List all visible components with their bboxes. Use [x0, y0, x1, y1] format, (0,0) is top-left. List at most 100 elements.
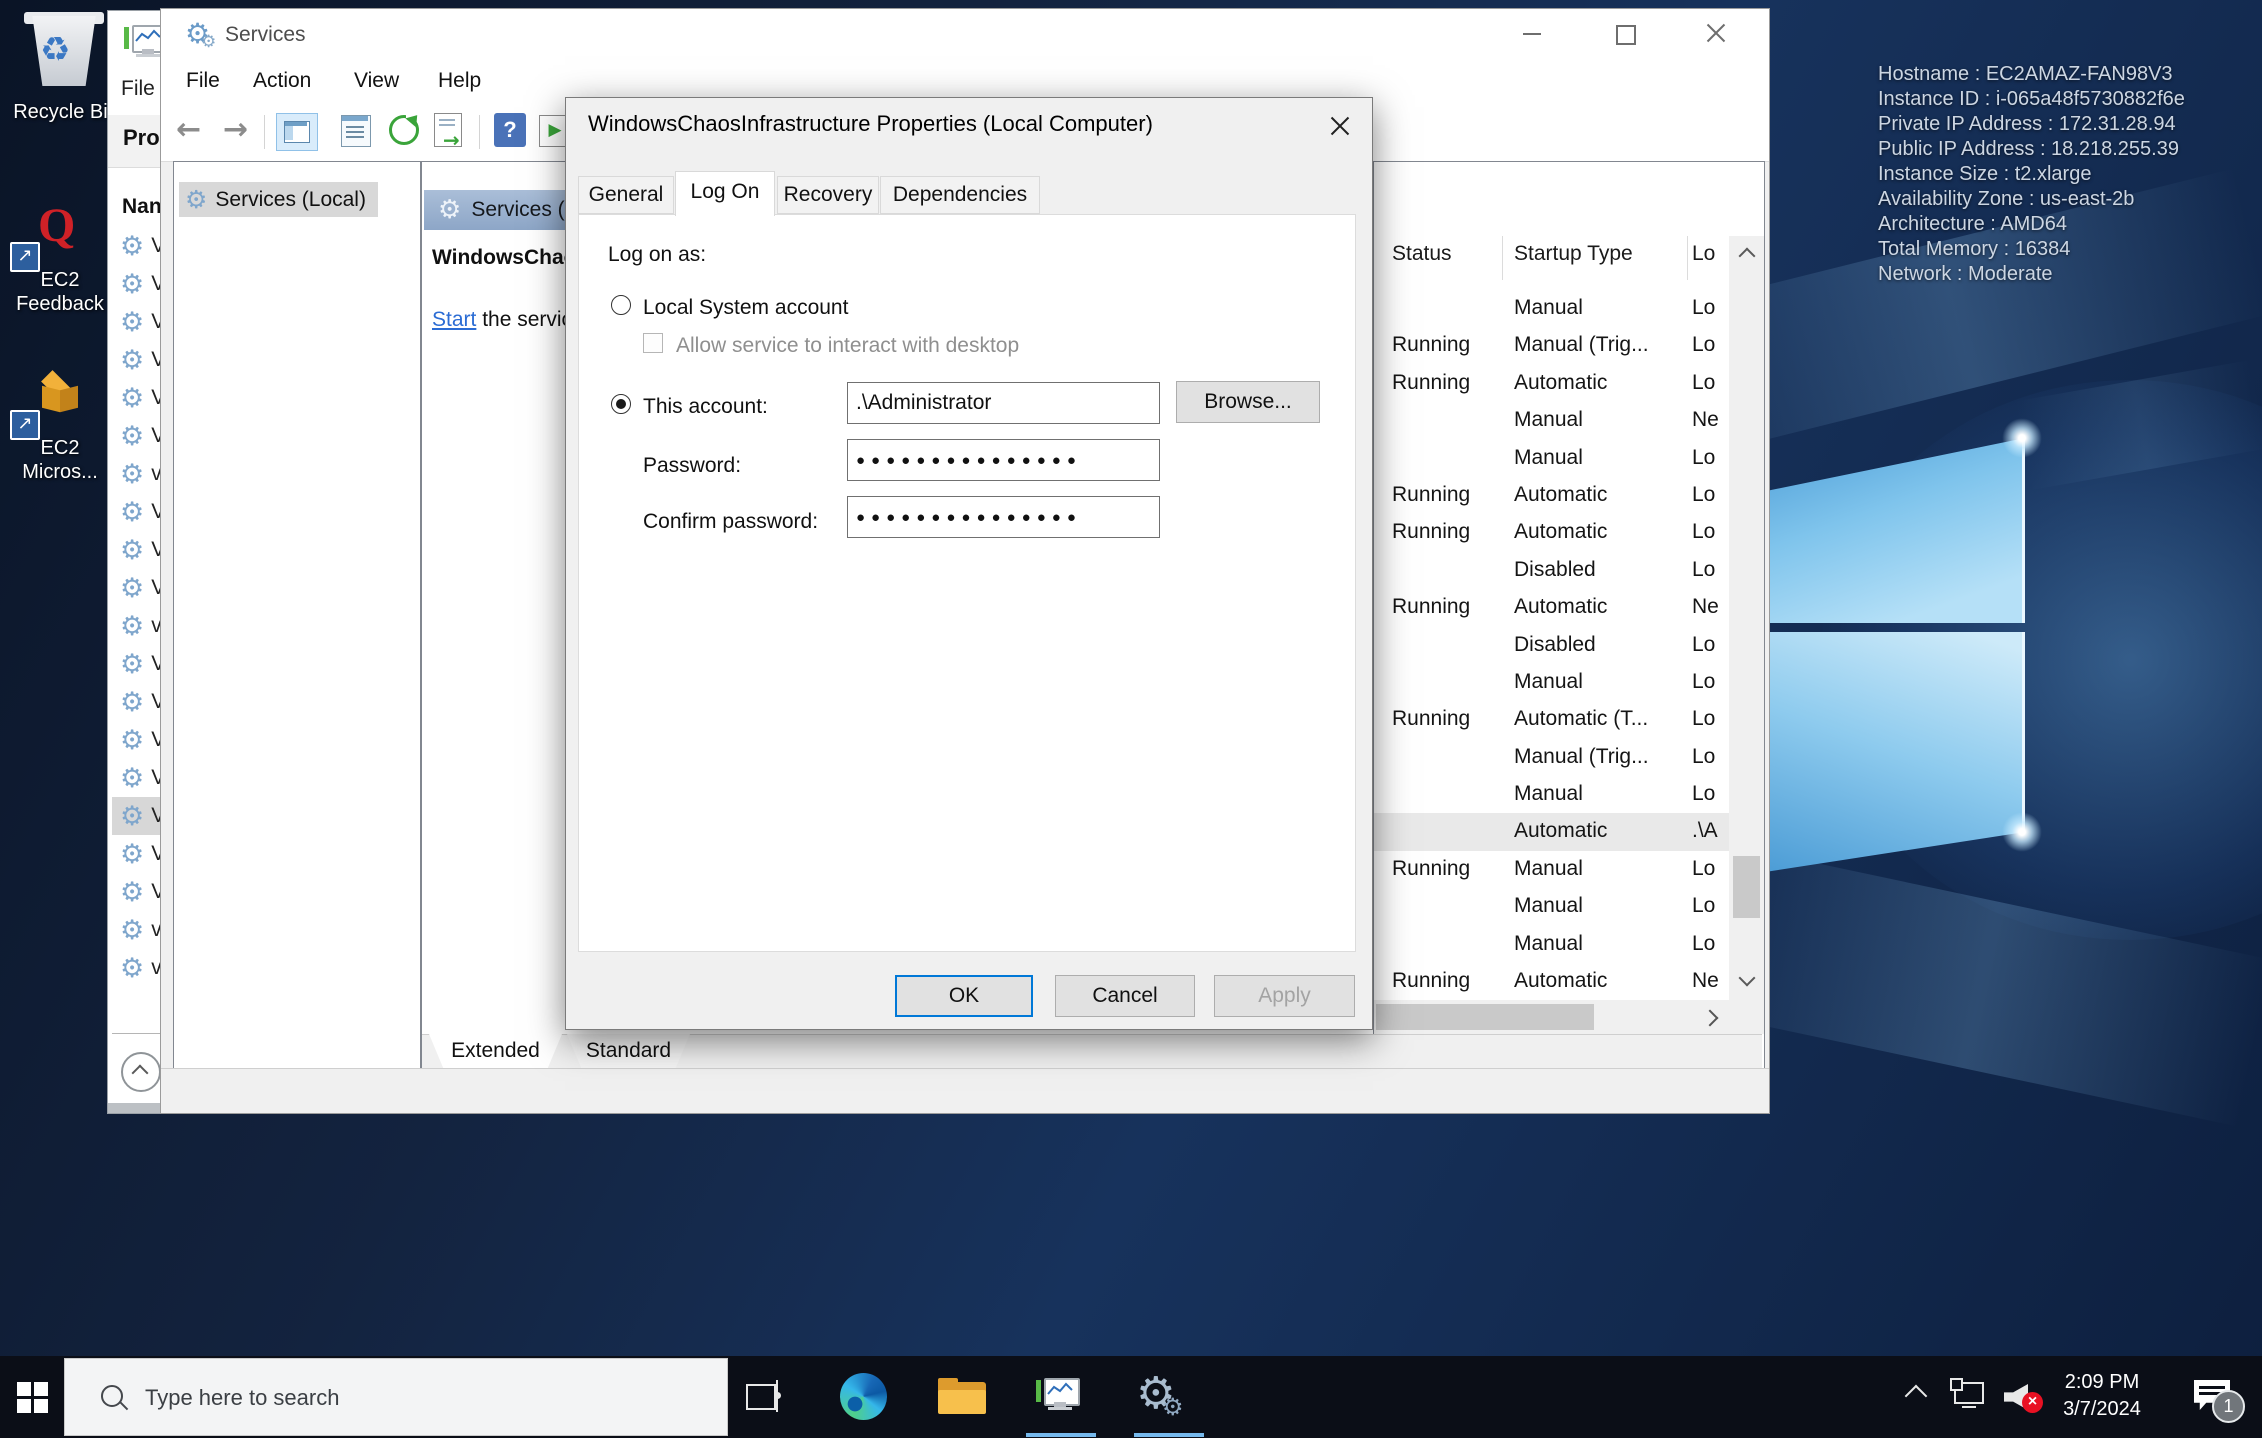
horizontal-scrollbar[interactable]: [1374, 1000, 1764, 1034]
notification-badge[interactable]: 1: [2212, 1390, 2245, 1423]
network-icon[interactable]: [1950, 1382, 1986, 1412]
properties-icon[interactable]: [341, 115, 371, 147]
column-separator[interactable]: [1687, 236, 1688, 280]
tree-item-services-local[interactable]: ⚙ Services (Local): [179, 182, 378, 217]
confirm-password-field[interactable]: [847, 496, 1160, 538]
table-row[interactable]: ManualLo: [1374, 888, 1729, 925]
toolbar-label[interactable]: Pro: [123, 125, 160, 151]
checkbox-allow-desktop[interactable]: [643, 333, 663, 353]
tray-chevron-up-icon[interactable]: [1905, 1385, 1928, 1408]
menu-file[interactable]: File: [121, 77, 155, 101]
tab-dependencies[interactable]: Dependencies: [880, 176, 1040, 214]
back-arrow-icon[interactable]: ←: [176, 113, 201, 147]
q-letter-icon: Q: [38, 198, 75, 253]
table-cell: Lo: [1692, 707, 1715, 731]
properties-dialog[interactable]: WindowsChaosInfrastructure Properties (L…: [565, 97, 1373, 1030]
table-row[interactable]: ManualLo: [1374, 664, 1729, 701]
gear-icon: ⚙: [120, 271, 144, 298]
table-row[interactable]: Manual (Trig...Lo: [1374, 739, 1729, 776]
start-button[interactable]: [0, 1356, 64, 1438]
table-row[interactable]: ManualLo: [1374, 290, 1729, 327]
table-cell: Lo: [1692, 446, 1715, 470]
menu-help[interactable]: Help: [438, 69, 481, 93]
start-service-link[interactable]: Start: [432, 308, 476, 331]
edge-browser-icon[interactable]: [840, 1373, 887, 1420]
scrollbar-thumb[interactable]: [1733, 856, 1760, 918]
help-icon[interactable]: ?: [494, 113, 526, 147]
tab-recovery[interactable]: Recovery: [777, 176, 879, 214]
radio-local-system[interactable]: [611, 295, 631, 315]
column-header-startup[interactable]: Startup Type: [1514, 242, 1633, 266]
table-cell: Manual (Trig...: [1514, 333, 1649, 357]
radio-this-account-label[interactable]: This account:: [643, 395, 768, 419]
table-cell: Manual: [1514, 408, 1583, 432]
table-row[interactable]: ManualLo: [1374, 440, 1729, 477]
gear-icon: ⚙: [120, 385, 144, 412]
table-row[interactable]: RunningManual (Trig...Lo: [1374, 327, 1729, 364]
clock[interactable]: 2:09 PM 3/7/2024: [2052, 1369, 2152, 1423]
scroll-up-button[interactable]: [1729, 236, 1764, 272]
cancel-button[interactable]: Cancel: [1055, 975, 1195, 1017]
ok-button[interactable]: OK: [895, 975, 1033, 1017]
table-row[interactable]: DisabledLo: [1374, 627, 1729, 664]
column-header-logon[interactable]: Lo: [1692, 242, 1715, 266]
table-cell: .\A: [1692, 819, 1718, 843]
dialog-close-button[interactable]: [1318, 106, 1362, 146]
vertical-scrollbar[interactable]: [1729, 236, 1764, 1000]
menu-view[interactable]: View: [354, 69, 399, 93]
scrollbar-thumb[interactable]: [1376, 1004, 1594, 1030]
table-row[interactable]: RunningAutomaticLo: [1374, 365, 1729, 402]
column-header-name[interactable]: Nan: [122, 195, 162, 219]
table-row[interactable]: ManualNe: [1374, 402, 1729, 439]
export-list-icon[interactable]: →: [434, 113, 462, 147]
collapse-button[interactable]: [121, 1052, 161, 1092]
table-cell: Manual: [1514, 857, 1583, 881]
table-row[interactable]: RunningManualLo: [1374, 851, 1729, 888]
table-row[interactable]: RunningAutomatic (T...Lo: [1374, 701, 1729, 738]
show-console-tree-icon[interactable]: [276, 113, 318, 151]
maximize-button[interactable]: [1601, 15, 1647, 51]
scroll-right-button[interactable]: [1694, 1000, 1727, 1034]
account-field[interactable]: [847, 382, 1160, 424]
forward-arrow-icon[interactable]: →: [223, 113, 248, 147]
password-field[interactable]: [847, 439, 1160, 481]
table-row[interactable]: ManualLo: [1374, 776, 1729, 813]
browse-button[interactable]: Browse...: [1176, 381, 1320, 423]
table-row[interactable]: DisabledLo: [1374, 552, 1729, 589]
password-label: Password:: [643, 454, 741, 478]
table-row[interactable]: RunningAutomaticLo: [1374, 477, 1729, 514]
tab-standard[interactable]: Standard: [567, 1034, 690, 1070]
table-row[interactable]: RunningAutomaticNe: [1374, 589, 1729, 626]
search-icon: [101, 1385, 123, 1407]
chevron-up-icon: [1739, 248, 1756, 265]
menu-action[interactable]: Action: [253, 69, 311, 93]
taskbar-search[interactable]: [64, 1358, 728, 1436]
scroll-down-button[interactable]: [1729, 964, 1764, 1000]
gear-icon: ⚙: [120, 499, 144, 526]
refresh-icon[interactable]: [389, 115, 419, 145]
file-explorer-icon[interactable]: [938, 1378, 986, 1416]
performance-monitor-taskbar-icon[interactable]: [1036, 1378, 1076, 1408]
tab-log-on[interactable]: Log On: [675, 171, 775, 216]
gear-icon: ⚙: [120, 727, 144, 754]
minimize-button[interactable]: [1509, 15, 1555, 51]
column-header-status[interactable]: Status: [1392, 242, 1452, 266]
volume-muted-icon[interactable]: ×: [2004, 1382, 2042, 1412]
table-row[interactable]: ManualLo: [1374, 926, 1729, 963]
table-row[interactable]: RunningAutomaticNe: [1374, 963, 1729, 1000]
search-input[interactable]: [143, 1359, 707, 1437]
menu-file[interactable]: File: [186, 69, 220, 93]
column-separator[interactable]: [1502, 236, 1503, 280]
task-view-icon[interactable]: [746, 1380, 784, 1414]
tab-general[interactable]: General: [578, 176, 674, 214]
services-taskbar-icon[interactable]: ⚙⚙: [1136, 1370, 1188, 1422]
table-row[interactable]: Automatic.\A: [1374, 813, 1729, 850]
table-row[interactable]: RunningAutomaticLo: [1374, 514, 1729, 551]
radio-this-account[interactable]: [611, 394, 631, 414]
toolbar-separator: [479, 115, 480, 149]
radio-local-system-label[interactable]: Local System account: [643, 296, 848, 320]
tab-extended[interactable]: Extended: [429, 1034, 562, 1070]
table-cell: Lo: [1692, 894, 1715, 918]
close-button[interactable]: [1693, 15, 1739, 51]
table-cell: Manual: [1514, 782, 1583, 806]
